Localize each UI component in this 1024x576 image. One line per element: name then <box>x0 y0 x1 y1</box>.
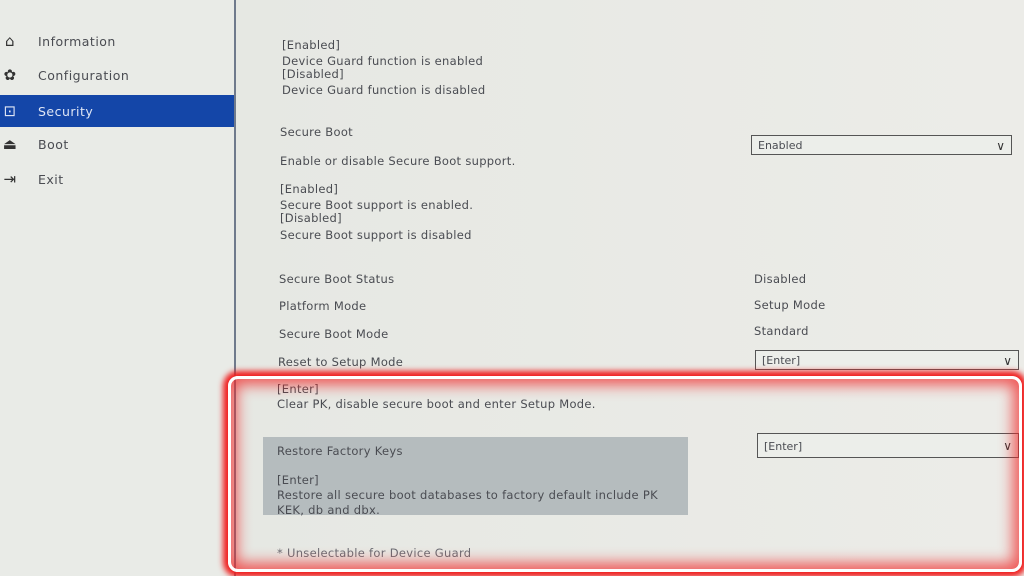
help-text: Device Guard function is disabled <box>282 83 486 97</box>
secure-boot-label: Secure Boot <box>280 125 353 139</box>
exit-icon: ⇥ <box>3 170 17 188</box>
status-label: Secure Boot Mode <box>279 327 389 341</box>
lock-icon: ⊡ <box>3 102 17 120</box>
secure-boot-desc: Enable or disable Secure Boot support. <box>280 154 516 168</box>
help-text: [Disabled] <box>282 67 344 81</box>
sidebar-item-configuration[interactable]: ✿ Configuration <box>0 59 234 91</box>
sidebar-item-boot[interactable]: ⏏ Boot <box>0 128 234 160</box>
chevron-down-icon: ∨ <box>1003 354 1012 368</box>
status-value: Setup Mode <box>754 298 826 312</box>
help-text: [Enabled] <box>280 182 339 196</box>
status-label: Platform Mode <box>279 299 367 313</box>
sidebar-item-security[interactable]: ⊡ Security <box>0 95 234 127</box>
sidebar: ⌂ Information ✿ Configuration ⊡ Security ⏏ B… <box>0 0 236 576</box>
help-text: [Enabled] <box>282 38 341 52</box>
reset-value: [Enter] <box>762 354 801 367</box>
secure-boot-dropdown[interactable]: Enabled ∨ <box>751 135 1012 155</box>
sidebar-item-information[interactable]: ⌂ Information <box>0 25 234 57</box>
secure-boot-value: Enabled <box>758 139 803 152</box>
boot-icon: ⏏ <box>2 135 18 153</box>
status-label: Secure Boot Status <box>279 272 395 286</box>
status-value: Disabled <box>754 272 807 286</box>
reset-setup-mode-label: Reset to Setup Mode <box>278 355 404 369</box>
red-highlight-box <box>228 376 1022 572</box>
help-text: [Disabled] <box>280 211 342 225</box>
home-icon: ⌂ <box>4 32 16 50</box>
help-text: Secure Boot support is disabled <box>280 228 472 242</box>
status-value: Standard <box>754 324 809 338</box>
sidebar-item-exit[interactable]: ⇥ Exit <box>0 163 234 195</box>
reset-setup-mode-dropdown[interactable]: [Enter] ∨ <box>755 350 1019 370</box>
shapes-icon: ✿ <box>3 66 17 84</box>
chevron-down-icon: ∨ <box>996 139 1005 153</box>
